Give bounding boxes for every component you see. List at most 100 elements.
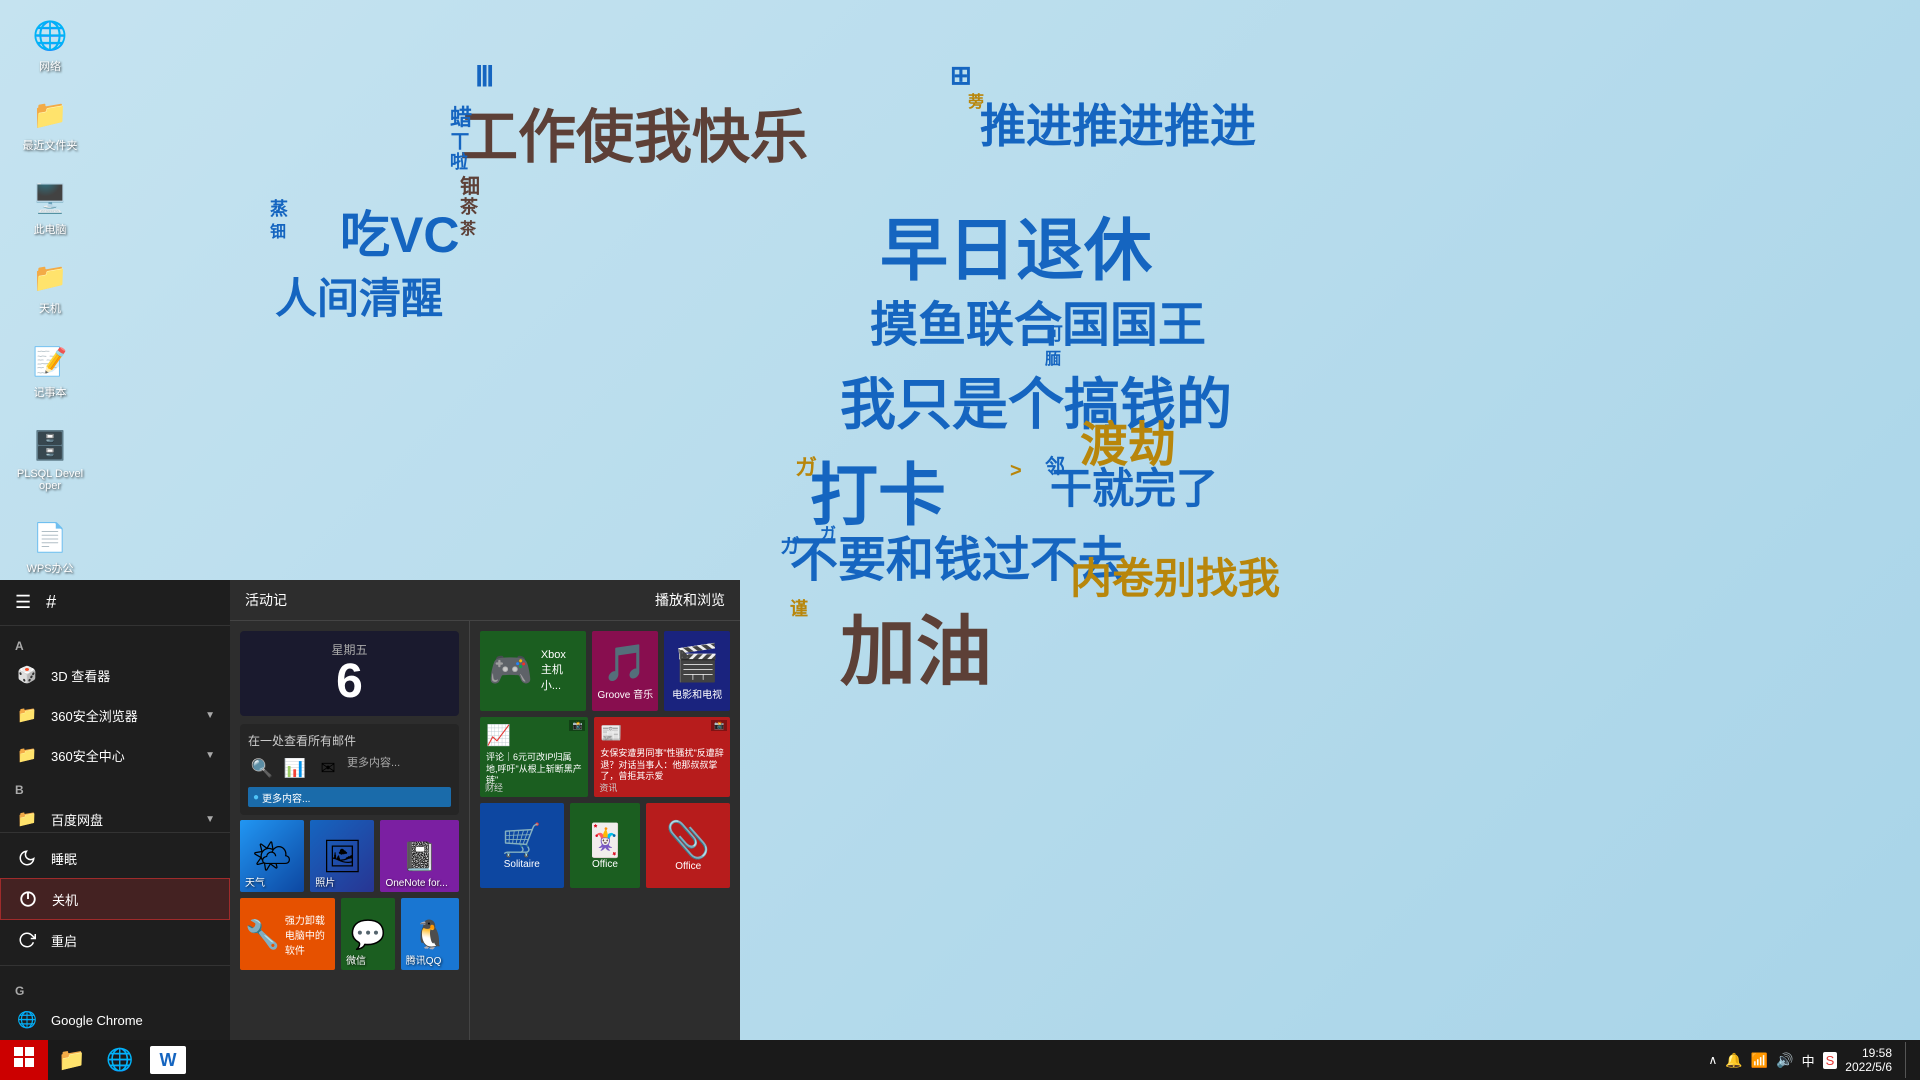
wall-text-15: 蜡 <box>450 100 472 132</box>
mail-app-mail[interactable]: ✉ <box>314 754 342 782</box>
sidebar-item-3d-viewer[interactable]: 🎲 3D 查看器 <box>0 655 230 695</box>
news-badge: 📸 <box>711 720 727 731</box>
mail-app-google[interactable]: 🔍 <box>248 754 276 782</box>
wall-text-22: ガ <box>795 450 817 482</box>
browse-section: 🎮 Xbox 主机小... 🎵 Groove 音乐 🎬 电影和电视 <box>470 621 740 1040</box>
wall-text-1: 工作使我快乐 <box>460 90 808 174</box>
wall-text-9: 打卡 <box>810 440 946 539</box>
desktop-icons: 🌐 网络 📁 最近文件夹 🖥️ 此电脑 📁 天机 📝 记事本 🗄️ PLSQL … <box>10 10 90 581</box>
tile-finance[interactable]: 📈 评论｜6元可改IP归属地,呼吁"从根上斩断黑产链" 📸 财经 <box>480 717 588 797</box>
taskbar-clock[interactable]: 19:58 2022/5/6 <box>1845 1046 1892 1074</box>
desktop: 工作使我快乐 推进推进推进 吃VC 早日退休 人间清醒 摸鱼联合国国王 我只是个… <box>0 0 1920 1080</box>
sidebar-bottom: 睡眠 关机 <box>0 832 230 965</box>
chrome-icon-sidebar: 🌐 <box>15 1008 39 1032</box>
wall-text-20: ⊞ <box>950 60 972 91</box>
tile-force-remove[interactable]: 🔧 强力卸载电脑中的软件 <box>240 898 335 970</box>
mail-badge-text: 更多内容... <box>262 790 310 805</box>
taskbar-right: ∧ 🔔 📶 🔊 中 S 19:58 2022/5/6 <box>1708 1042 1920 1078</box>
wall-text-2: 推进推进推进 <box>980 90 1256 156</box>
mail-summary[interactable]: 在一处查看所有邮件 🔍 📊 ✉ 更多内容... ● 更多内容... <box>240 724 459 815</box>
groove-tile-icon: 🎵 <box>603 642 648 684</box>
notepad-label: 记事本 <box>34 384 67 400</box>
desktop-icon-this-pc[interactable]: 🖥️ 此电脑 <box>10 173 90 242</box>
tile-news[interactable]: 📰 女保安遭男同事"性骚扰"反遭辞退？对话当事人：他那叔叔掌了，曾拒其示爱 📸 … <box>594 717 730 797</box>
taskbar-ime-zh[interactable]: 中 <box>1802 1051 1815 1070</box>
tile-solitaire[interactable]: 🃏 Office <box>570 803 641 888</box>
desktop-icon-plsql[interactable]: 🗄️ PLSQL Developer <box>10 420 90 497</box>
360-browser-icon: 📁 <box>15 703 39 727</box>
taskbar-chevron[interactable]: ∧ <box>1708 1053 1717 1067</box>
taskbar-app-file-explorer[interactable]: 📁 <box>48 1040 96 1080</box>
sidebar-item-baidu-disk[interactable]: 📁 百度网盘 ▼ <box>0 799 230 832</box>
xbox-tile-name: Xbox 主机小... <box>541 649 579 693</box>
taskbar-network[interactable]: 📶 <box>1751 1052 1768 1069</box>
taskbar-notification[interactable]: 🔔 <box>1725 1052 1742 1069</box>
news-tile-icon: 📰 <box>600 723 622 744</box>
sidebar-sleep[interactable]: 睡眠 <box>0 838 230 878</box>
sidebar-item-360-browser-label: 360安全浏览器 <box>51 706 138 725</box>
taskbar-app-word[interactable]: W <box>150 1046 186 1074</box>
qq-tile-icon: 🐧 <box>412 918 447 951</box>
start-button[interactable] <box>0 1040 48 1080</box>
sidebar-shutdown[interactable]: 关机 <box>0 878 230 920</box>
weather-tile-icon: 🌤 <box>252 837 293 875</box>
force-remove-icon: 🔧 <box>245 918 280 951</box>
taskbar-volume[interactable]: 🔊 <box>1776 1052 1793 1069</box>
desktop-icon-network[interactable]: 🌐 网络 <box>10 10 90 79</box>
wall-text-25: 谨 <box>790 595 808 621</box>
desktop-icon-wps[interactable]: 📄 WPS办公 <box>10 512 90 581</box>
sidebar-item-google-chrome[interactable]: 🌐 Google Chrome <box>0 1000 230 1040</box>
mail-apps: 🔍 📊 ✉ 更多内容... <box>248 754 451 782</box>
wall-text-19: 钿 <box>270 218 286 242</box>
sidebar-item-baidu-disk-label: 百度网盘 <box>51 810 103 829</box>
tile-wechat[interactable]: 💬 微信 <box>341 898 395 970</box>
hamburger-button[interactable]: ☰ <box>15 592 31 613</box>
force-remove-label: 强力卸载电脑中的软件 <box>285 912 330 957</box>
tile-onenote[interactable]: 📓 OneNote for... <box>380 820 459 892</box>
plsql-icon: 🗄️ <box>30 425 70 465</box>
onenote-tile-label: OneNote for... <box>385 878 447 889</box>
tile-movies[interactable]: 🎬 电影和电视 <box>664 631 730 711</box>
baidu-disk-icon: 📁 <box>15 807 39 831</box>
this-pc-icon: 🖥️ <box>30 178 70 218</box>
sidebar-item-360-center[interactable]: 📁 360安全中心 ▼ <box>0 735 230 775</box>
start-menu: ☰ # A 🎲 3D 查看器 📁 360安全浏览器 ▼ 📁 360安全中心 ▼ <box>0 580 740 1040</box>
browse-row-3: 🛒 Solitaire 🃏 Office 📎 Office <box>480 803 730 888</box>
tile-qq[interactable]: 🐧 腾讯QQ <box>401 898 459 970</box>
wall-text-11: 不要和钱过不去 <box>790 520 1126 590</box>
tile-msstore[interactable]: 🛒 Solitaire <box>480 803 564 888</box>
wall-text-8: 渡劫 <box>1080 405 1176 475</box>
finance-tile-icon: 📈 <box>486 723 511 748</box>
sidebar-restart[interactable]: 重启 <box>0 920 230 960</box>
wall-text-23: > <box>1010 460 1022 483</box>
qq-tile-label: 腾讯QQ <box>406 952 442 967</box>
taskbar-app-chrome[interactable]: 🌐 <box>96 1040 144 1080</box>
tile-groove[interactable]: 🎵 Groove 音乐 <box>592 631 658 711</box>
tile-xbox[interactable]: 🎮 Xbox 主机小... <box>480 631 586 711</box>
wall-text-7: 我只是个搞钱的 <box>840 360 1232 441</box>
tile-weather[interactable]: 🌤 天气 <box>240 820 304 892</box>
wall-text-26: 邻 <box>1045 450 1065 479</box>
desktop-icon-tianji[interactable]: 📁 天机 <box>10 252 90 321</box>
sidebar-items: A 🎲 3D 查看器 📁 360安全浏览器 ▼ 📁 360安全中心 ▼ B <box>0 626 230 832</box>
movies-tile-icon: 🎬 <box>675 642 720 684</box>
taskbar-antivirus[interactable]: S <box>1823 1052 1838 1069</box>
taskbar-date: 2022/5/6 <box>1845 1060 1892 1074</box>
tile-photos[interactable]: 🖼 照片 <box>310 820 374 892</box>
360-center-icon: 📁 <box>15 743 39 767</box>
calendar-widget: 星期五 6 <box>240 631 459 716</box>
news-tile-label: 资讯 <box>599 781 617 794</box>
wall-text-24: ガ <box>780 530 800 559</box>
desktop-icon-recent-folders[interactable]: 📁 最近文件夹 <box>10 89 90 158</box>
taskbar-show-desktop[interactable] <box>1905 1042 1910 1078</box>
360-center-arrow: ▼ <box>205 750 215 761</box>
news-tile-text: 女保安遭男同事"性骚扰"反遭辞退？对话当事人：他那叔叔掌了，曾拒其示爱 <box>600 748 724 783</box>
wall-text-18: 蒸 <box>270 195 288 221</box>
browse-row-1: 🎮 Xbox 主机小... 🎵 Groove 音乐 🎬 电影和电视 <box>480 631 730 711</box>
mail-app-office[interactable]: 📊 <box>281 754 309 782</box>
start-windows-icon <box>14 1047 34 1073</box>
desktop-icon-notepad[interactable]: 📝 记事本 <box>10 336 90 405</box>
wechat-tile-label: 微信 <box>346 952 366 967</box>
sidebar-item-360-browser[interactable]: 📁 360安全浏览器 ▼ <box>0 695 230 735</box>
tile-office[interactable]: 📎 Office <box>646 803 730 888</box>
